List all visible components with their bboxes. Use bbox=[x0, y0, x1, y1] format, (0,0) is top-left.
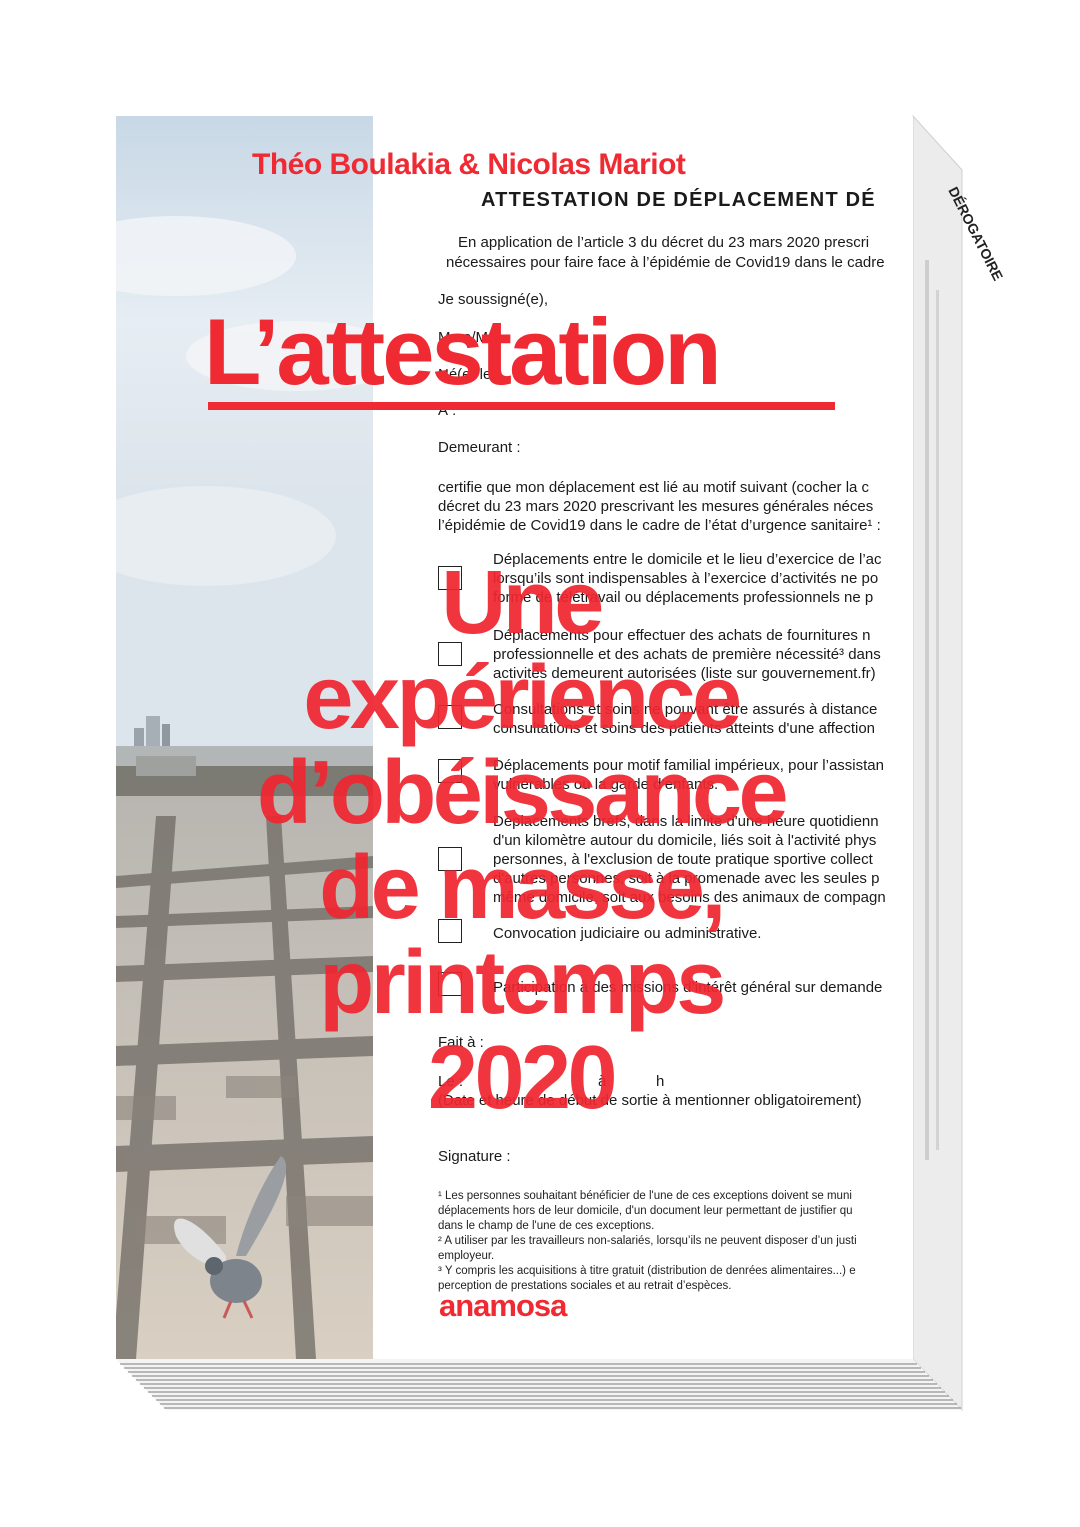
form-footnotes: ¹ Les personnes souhaitant bénéficier de… bbox=[438, 1190, 857, 1292]
form-certify-2: décret du 23 mars 2020 prescrivant les m… bbox=[438, 498, 874, 515]
book-subtitle: Une expérience d’obéissance de masse, pr… bbox=[186, 556, 856, 1126]
subtitle-line: expérience bbox=[303, 648, 742, 748]
form-intro-1: En application de l’article 3 du décret … bbox=[458, 234, 870, 251]
form-heading: ATTESTATION DE DÉPLACEMENT DÉ bbox=[481, 189, 876, 211]
subtitle-line: de masse, bbox=[319, 838, 726, 938]
form-certify-1: certifie que mon déplacement est lié au … bbox=[438, 479, 870, 496]
title-underline bbox=[208, 402, 835, 410]
form-field-residing: Demeurant : bbox=[438, 439, 521, 456]
form-intro-2: nécessaires pour faire face à l’épidémie… bbox=[446, 254, 885, 271]
subtitle-line: d’obéissance bbox=[256, 743, 789, 843]
book-cover: ATTESTATION DE DÉPLACEMENT DÉ En applica… bbox=[116, 116, 913, 1359]
form-certify-3: l’épidémie de Covid19 dans le cadre de l… bbox=[438, 517, 881, 534]
book-authors: Théo Boulakia & Nicolas Mariot bbox=[252, 148, 686, 181]
spine-text: DÉROGATOIRE bbox=[945, 184, 1006, 283]
form-signature: Signature : bbox=[438, 1148, 511, 1165]
subtitle-line: Une bbox=[441, 553, 604, 653]
subtitle-line: 2020 bbox=[427, 1028, 618, 1128]
book-title: L’attestation bbox=[204, 299, 722, 404]
publisher-logo: anamosa bbox=[439, 1288, 567, 1323]
subtitle-line: printemps bbox=[319, 933, 726, 1033]
